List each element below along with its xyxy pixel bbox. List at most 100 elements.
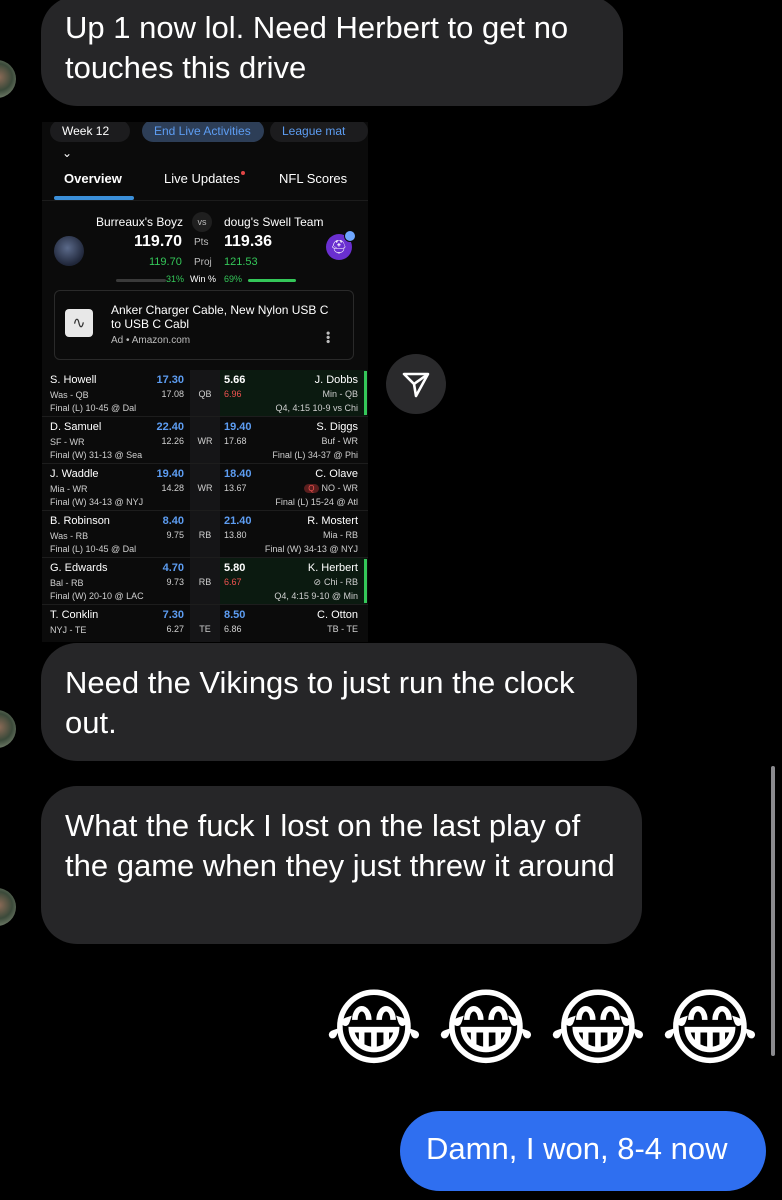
cable-image-icon: ∿ [65, 309, 93, 337]
outgoing-emoji-message[interactable]: 😂 😂 😂 😂 [325, 979, 760, 1077]
left-player-game: Final (L) 10-45 @ Dal [50, 544, 137, 554]
right-player-game: Final (L) 34-37 @ Phi [272, 450, 358, 460]
incoming-message[interactable]: What the fuck I lost on the last play of… [41, 786, 642, 944]
team-right-avatar: ⛑ [326, 230, 356, 260]
left-player-game: Final (W) 34-13 @ NYJ [50, 497, 144, 507]
left-player-pos: Was - QB [50, 390, 89, 400]
right-player-proj: 6.96 [224, 389, 242, 399]
end-live-activities-button: End Live Activities [142, 122, 264, 142]
outgoing-message[interactable]: Damn, I won, 8-4 now [400, 1111, 766, 1191]
right-player-pts: 5.80 [224, 562, 246, 574]
left-player-pos: NYJ - TE [50, 625, 87, 635]
ad-title: Anker Charger Cable, New Nylon USB C to … [111, 303, 329, 331]
win-left: 31% [166, 274, 185, 284]
player-row: B. Robinson Was - RB Final (L) 10-45 @ D… [42, 511, 368, 558]
left-player-pos: Mia - WR [50, 484, 88, 494]
right-player-pos: TB - TE [327, 624, 358, 634]
right-player-pts: 19.40 [224, 421, 252, 433]
left-player-proj: 6.27 [166, 624, 184, 634]
vs-badge: vs [192, 212, 212, 232]
screenshot-tabs: Overview Live Updates NFL Scores [42, 166, 368, 201]
slot-position: TE [199, 624, 211, 634]
right-player-name: S. Diggs [316, 421, 358, 433]
left-player-pts: 22.40 [156, 421, 184, 433]
left-player-game: Final (W) 20-10 @ LAC [50, 591, 144, 601]
left-player-game: Final (W) 31-13 @ Sea [50, 450, 143, 460]
right-player-pos-text: NO - WR [321, 483, 359, 493]
contact-avatar[interactable] [0, 888, 16, 926]
football-icon: ⊘ [313, 577, 321, 587]
tears-of-joy-emoji: 😂 [549, 979, 648, 1077]
message-text: What the fuck I lost on the last play of… [65, 808, 615, 883]
right-player-game: Final (W) 34-13 @ NYJ [264, 544, 358, 554]
right-player-proj: 6.86 [224, 624, 242, 634]
right-player-game: Q4, 4:15 10-9 vs Chi [275, 403, 358, 413]
left-player-proj: 9.75 [166, 530, 184, 540]
right-player-proj: 17.68 [224, 436, 247, 446]
week-label: Week 12 [62, 124, 110, 138]
team-left-avatar [54, 236, 84, 266]
win-label: Win % [190, 274, 217, 284]
tab-live-updates: Live Updates [164, 171, 245, 186]
more-options-icon: ••• [321, 331, 335, 344]
left-player-proj: 12.26 [161, 436, 184, 446]
player-row: D. Samuel SF - WR Final (W) 31-13 @ Sea … [42, 417, 368, 464]
right-player-proj: 13.80 [224, 530, 247, 540]
player-row: T. Conklin NYJ - TE 7.30 6.27 TE 8.50 6.… [42, 605, 368, 642]
screenshot-top-pills: Week 12 ⌄ End Live Activities League mat [42, 122, 368, 160]
win-bar-left [116, 279, 166, 282]
right-player-game: Final (L) 15-24 @ Atl [275, 497, 358, 507]
left-player-pts: 19.40 [156, 468, 184, 480]
incoming-message[interactable]: Up 1 now lol. Need Herbert to get no tou… [41, 0, 623, 106]
proj-label: Proj [194, 257, 212, 268]
tears-of-joy-emoji: 😂 [325, 979, 424, 1077]
right-player-name: C. Otton [317, 609, 358, 621]
left-player-pts: 4.70 [162, 562, 184, 574]
slot-position: RB [198, 577, 212, 587]
score-right: 119.36 [224, 233, 273, 250]
player-row: J. Waddle Mia - WR Final (W) 34-13 @ NYJ… [42, 464, 368, 511]
right-player-pos: ⊘ Chi - RB [313, 577, 358, 588]
left-player-pos: Was - RB [50, 531, 89, 541]
message-text: Up 1 now lol. Need Herbert to get no tou… [65, 10, 569, 85]
live-dot [240, 171, 245, 175]
share-button[interactable] [386, 354, 446, 414]
ad-source: Ad • Amazon.com [111, 335, 191, 346]
left-player-pos: Bal - RB [50, 578, 84, 588]
player-rows: S. Howell Was - QB Final (L) 10-45 @ Dal… [42, 370, 368, 642]
incoming-message[interactable]: Need the Vikings to just run the clock o… [41, 643, 637, 761]
week-selector: Week 12 ⌄ [50, 122, 130, 160]
left-player-pos: SF - WR [50, 437, 85, 447]
ad-banner: ∿ Anker Charger Cable, New Nylon USB C t… [54, 290, 354, 360]
right-player-pos: Q NO - WR [304, 483, 358, 493]
team-right-name: doug's Swell Team [224, 215, 324, 229]
left-player-proj: 14.28 [161, 483, 184, 493]
left-player-name: J. Waddle [50, 468, 99, 480]
contact-avatar[interactable] [0, 60, 16, 98]
left-player-name: G. Edwards [50, 562, 108, 574]
left-player-pts: 8.40 [162, 515, 184, 527]
right-player-pts: 21.40 [224, 515, 252, 527]
right-player-name: R. Mostert [307, 515, 358, 527]
win-right: 69% [224, 274, 243, 284]
slot-position: WR [197, 436, 213, 446]
right-player-game: Q4, 4:15 9-10 @ Min [274, 591, 358, 601]
left-player-proj: 9.73 [166, 577, 184, 587]
win-bar-right [248, 279, 296, 282]
message-text: Damn, I won, 8-4 now [426, 1131, 728, 1166]
tab-nfl-scores: NFL Scores [279, 171, 348, 186]
left-player-name: B. Robinson [50, 515, 110, 527]
slot-position: RB [198, 530, 212, 540]
slot-position: QB [198, 389, 212, 399]
league-matchups-button: League mat [270, 122, 368, 142]
score-left: 119.70 [134, 233, 183, 250]
scrollbar[interactable] [771, 766, 775, 1056]
shared-screenshot[interactable]: Week 12 ⌄ End Live Activities League mat… [42, 122, 368, 642]
notification-badge [344, 230, 356, 242]
right-player-pos: Buf - WR [321, 436, 358, 446]
left-player-name: T. Conklin [50, 609, 99, 621]
tears-of-joy-emoji: 😂 [437, 979, 536, 1077]
tears-of-joy-emoji: 😂 [661, 979, 760, 1077]
contact-avatar[interactable] [0, 710, 16, 748]
questionable-badge: Q [304, 484, 319, 493]
